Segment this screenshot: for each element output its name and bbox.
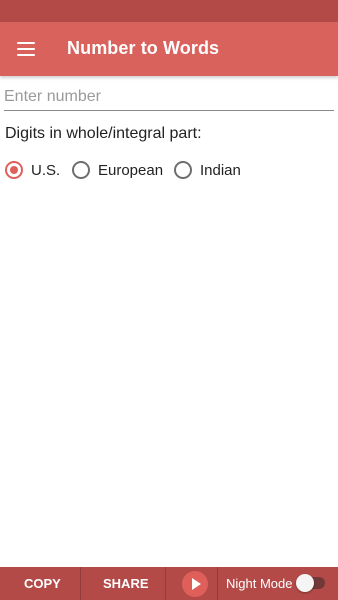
radio-label-indian: Indian <box>200 161 241 179</box>
divider <box>217 567 218 600</box>
night-mode-label: Night Mode <box>226 576 293 591</box>
app-title: Number to Words <box>67 38 220 58</box>
status-bar <box>0 0 338 22</box>
divider <box>165 567 166 600</box>
app-bar: Number to Words <box>0 22 338 76</box>
toggle-thumb <box>296 574 314 592</box>
copy-button[interactable]: COPY <box>24 567 61 600</box>
radio-button-checked-icon <box>5 161 23 179</box>
radio-european[interactable]: European <box>72 158 163 182</box>
bottom-bar: COPY SHARE Night Mode <box>0 567 338 600</box>
digits-label: Digits in whole/integral part: <box>5 125 202 142</box>
radio-button-unchecked-icon <box>72 161 90 179</box>
radio-indian[interactable]: Indian <box>174 158 241 182</box>
radio-label-us: U.S. <box>31 161 61 179</box>
divider <box>80 567 81 600</box>
hamburger-menu-icon[interactable] <box>8 30 46 68</box>
play-icon[interactable] <box>182 571 208 597</box>
radio-button-unchecked-icon <box>174 161 192 179</box>
share-button[interactable]: SHARE <box>103 567 149 600</box>
radio-us[interactable]: U.S. <box>5 158 60 182</box>
night-mode-toggle[interactable] <box>296 574 327 592</box>
radio-label-european: European <box>98 161 164 179</box>
number-input[interactable] <box>4 86 334 111</box>
